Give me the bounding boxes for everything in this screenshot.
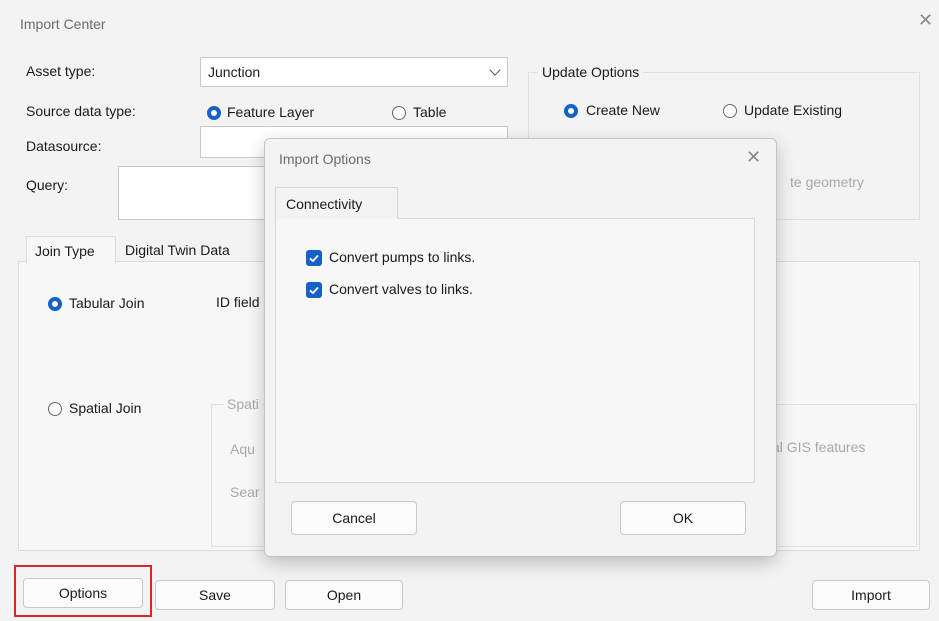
tab-join-type-label: Join Type (35, 243, 95, 259)
import-button[interactable]: Import (812, 580, 930, 610)
update-existing-label: Update Existing (744, 102, 843, 118)
asset-type-value: Junction (208, 64, 261, 80)
table-label: Table (413, 104, 447, 120)
dialog-title: Import Options (279, 151, 371, 167)
options-button[interactable]: Options (23, 578, 143, 608)
ok-button[interactable]: OK (620, 501, 746, 535)
import-options-dialog: Import Options ✕ Connectivity Convert pu… (264, 138, 777, 557)
sear-label: Sear (230, 484, 260, 500)
feature-layer-radio[interactable] (207, 106, 221, 120)
asset-type-label: Asset type: (26, 63, 96, 79)
source-type-label: Source data type: (26, 103, 136, 119)
feature-layer-label: Feature Layer (227, 104, 315, 120)
tab-digital-twin[interactable]: Digital Twin Data (125, 242, 230, 258)
chevron-down-icon (489, 64, 501, 76)
spatial-join-label: Spatial Join (69, 400, 142, 416)
checkmark-icon (309, 254, 319, 263)
gis-features-label: al GIS features (772, 439, 866, 455)
asset-type-select[interactable]: Junction (200, 57, 508, 87)
convert-pumps-checkbox[interactable] (306, 250, 322, 266)
tabular-join-radio[interactable] (48, 297, 62, 311)
id-field-label: ID field (216, 294, 260, 310)
create-new-radio[interactable] (564, 104, 578, 118)
update-options-title: Update Options (538, 64, 644, 80)
update-geometry-label: te geometry (790, 174, 864, 190)
aqu-label: Aqu (230, 441, 255, 457)
datasource-label: Datasource: (26, 138, 102, 154)
convert-valves-checkbox[interactable] (306, 282, 322, 298)
checkmark-icon (309, 286, 319, 295)
spatial-join-radio[interactable] (48, 402, 62, 416)
create-new-label: Create New (586, 102, 660, 118)
query-label: Query: (26, 177, 69, 193)
dialog-close-icon[interactable]: ✕ (746, 147, 761, 168)
tab-join-type[interactable]: Join Type (26, 236, 116, 264)
tab-connectivity[interactable]: Connectivity (275, 187, 398, 219)
convert-valves-label: Convert valves to links. (329, 281, 473, 297)
update-existing-radio[interactable] (723, 104, 737, 118)
spatial-group-title: Spati (224, 396, 262, 412)
save-button[interactable]: Save (155, 580, 275, 610)
tab-connectivity-label: Connectivity (286, 196, 363, 212)
table-radio[interactable] (392, 106, 406, 120)
cancel-button[interactable]: Cancel (291, 501, 417, 535)
convert-pumps-label: Convert pumps to links. (329, 249, 476, 265)
close-icon[interactable]: ✕ (918, 10, 933, 31)
open-button[interactable]: Open (285, 580, 403, 610)
window-title: Import Center (20, 16, 106, 32)
tabular-join-label: Tabular Join (69, 295, 145, 311)
